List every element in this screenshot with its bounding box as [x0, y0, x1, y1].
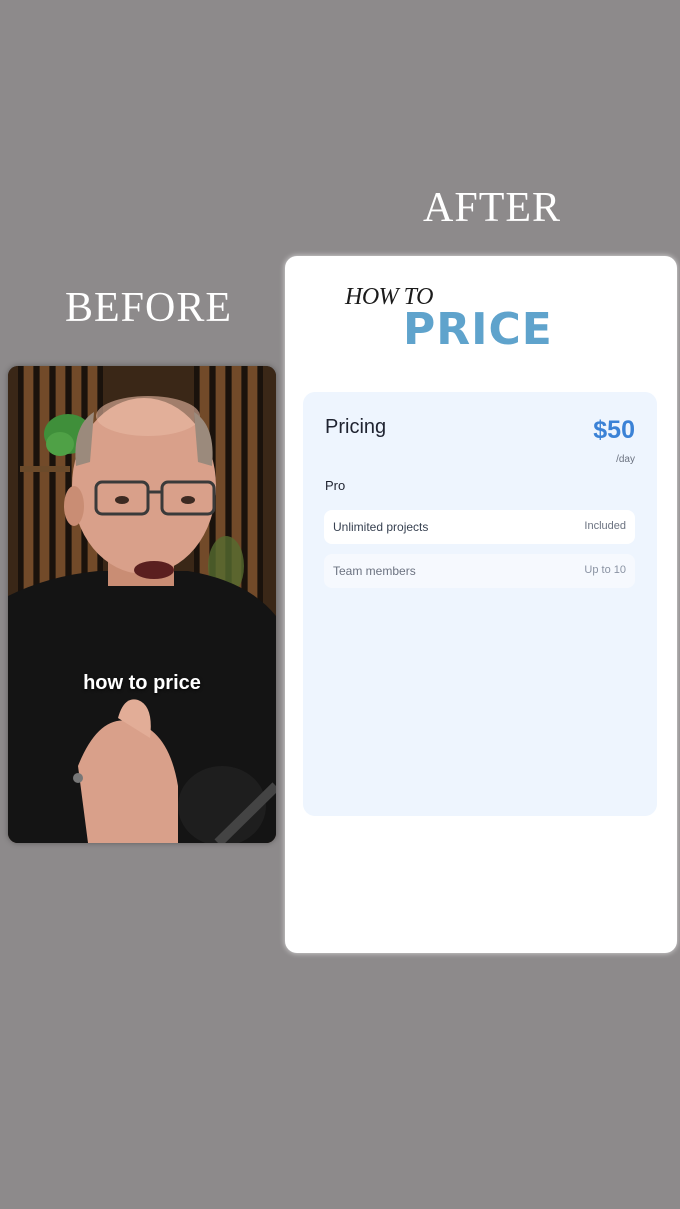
pricing-title: Pricing — [325, 416, 387, 438]
before-video-frame[interactable]: how to price — [8, 366, 276, 843]
video-caption: how to price — [83, 672, 201, 694]
after-card: HOW TO PRICE Pricing $50 /day Pro Unlimi… — [285, 256, 677, 953]
price-amount: $50 — [593, 416, 635, 444]
feature-name: Team members — [333, 564, 416, 578]
feature-name: Unlimited projects — [333, 520, 429, 534]
pricing-panel: Pricing $50 /day Pro Unlimited projects … — [303, 392, 657, 816]
after-label: AFTER — [423, 185, 562, 231]
feature-value: Up to 10 — [584, 564, 626, 576]
comparison-canvas: BEFORE AFTER how to price HOW TO PRICE P… — [0, 0, 680, 1209]
plan-name: Pro — [325, 478, 346, 493]
speaker-video-still — [8, 366, 276, 843]
before-label: BEFORE — [65, 285, 233, 331]
feature-row: Team members Up to 10 — [324, 554, 635, 588]
feature-row: Unlimited projects Included — [324, 510, 635, 544]
headline-price: PRICE — [403, 304, 553, 355]
price-period: /day — [616, 454, 635, 465]
feature-value: Included — [584, 520, 626, 532]
